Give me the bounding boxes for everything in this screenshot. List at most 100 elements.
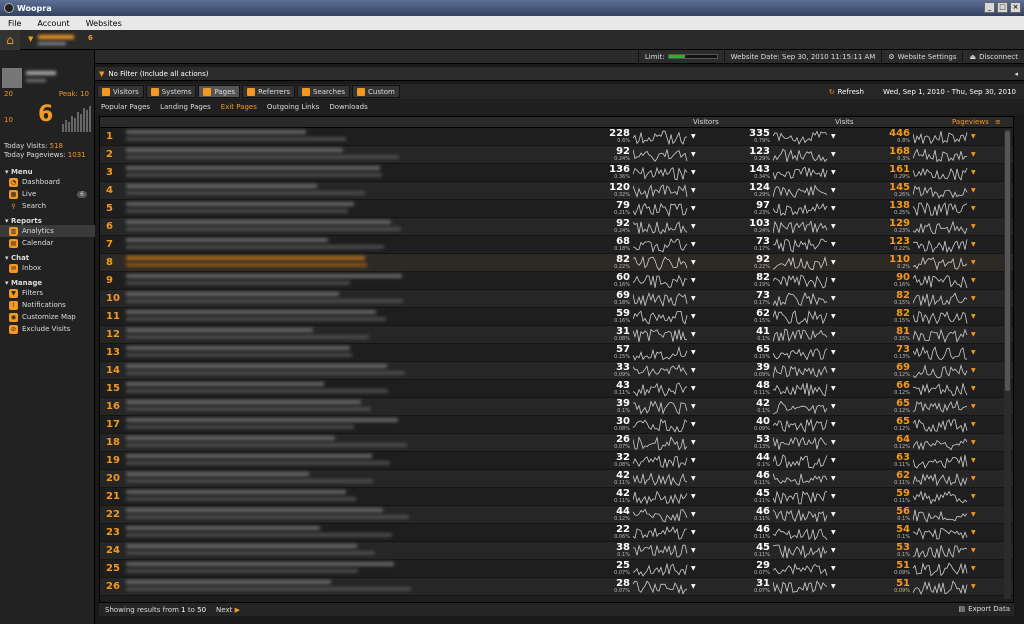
dropdown-arrow-icon[interactable]: ▼ bbox=[691, 511, 696, 518]
dropdown-arrow-icon[interactable]: ▼ bbox=[971, 367, 976, 374]
dropdown-arrow-icon[interactable]: ▼ bbox=[971, 151, 976, 158]
menu-file[interactable]: File bbox=[0, 19, 29, 28]
tab-systems[interactable]: Systems bbox=[145, 85, 197, 98]
dropdown-arrow-icon[interactable]: ▼ bbox=[971, 403, 976, 410]
dropdown-arrow-icon[interactable]: ▼ bbox=[971, 583, 976, 590]
sidebar-item-dashboard[interactable]: ◔ Dashboard bbox=[0, 176, 95, 188]
dropdown-arrow-icon[interactable]: ▼ bbox=[831, 151, 836, 158]
dropdown-arrow-icon[interactable]: ▼ bbox=[971, 277, 976, 284]
dropdown-arrow-icon[interactable]: ▼ bbox=[971, 313, 976, 320]
page-title[interactable] bbox=[126, 490, 416, 504]
page-title[interactable] bbox=[126, 238, 416, 252]
dropdown-arrow-icon[interactable]: ▼ bbox=[831, 439, 836, 446]
subtab-outgoing-links[interactable]: Outgoing Links bbox=[267, 103, 319, 111]
dropdown-arrow-icon[interactable]: ▼ bbox=[831, 529, 836, 536]
dropdown-arrow-icon[interactable]: ▼ bbox=[831, 277, 836, 284]
page-title[interactable] bbox=[126, 580, 416, 594]
table-row[interactable]: 25 25 0.07% ▼ 29 0.07% ▼ 51 0.09% ▼ bbox=[100, 560, 1013, 578]
page-title[interactable] bbox=[126, 472, 416, 486]
dropdown-arrow-icon[interactable]: ▼ bbox=[971, 439, 976, 446]
dropdown-arrow-icon[interactable]: ▼ bbox=[971, 331, 976, 338]
date-range-picker[interactable]: Wed, Sep 1, 2010 - Thu, Sep 30, 2010 bbox=[883, 86, 1016, 97]
dropdown-arrow-icon[interactable]: ▼ bbox=[971, 169, 976, 176]
dropdown-arrow-icon[interactable]: ▼ bbox=[691, 133, 696, 140]
subtab-popular-pages[interactable]: Popular Pages bbox=[101, 103, 150, 111]
dropdown-arrow-icon[interactable]: ▼ bbox=[691, 439, 696, 446]
column-visitors[interactable]: Visitors bbox=[693, 118, 719, 126]
dropdown-arrow-icon[interactable]: ▼ bbox=[831, 133, 836, 140]
dropdown-arrow-icon[interactable]: ▼ bbox=[831, 385, 836, 392]
page-title[interactable] bbox=[126, 184, 416, 198]
sidebar-item-analytics[interactable]: ▥ Analytics bbox=[0, 225, 95, 237]
dropdown-arrow-icon[interactable]: ▼ bbox=[691, 457, 696, 464]
sidebar-item-notifications[interactable]: ! Notifications bbox=[0, 299, 95, 311]
dropdown-arrow-icon[interactable]: ▼ bbox=[831, 187, 836, 194]
dropdown-arrow-icon[interactable]: ▼ bbox=[831, 169, 836, 176]
website-selector[interactable]: ▼ 6 bbox=[28, 32, 94, 48]
tab-pages[interactable]: Pages bbox=[198, 85, 241, 98]
page-title[interactable] bbox=[126, 526, 416, 540]
dropdown-arrow-icon[interactable]: ▼ bbox=[971, 529, 976, 536]
filter-bar[interactable]: ▼ No Filter (Include all actions) ◂ bbox=[95, 67, 1024, 81]
sidebar-item-inbox[interactable]: ✉ Inbox bbox=[0, 262, 95, 274]
sidebar-item-calendar[interactable]: ▤ Calendar bbox=[0, 237, 95, 249]
dropdown-arrow-icon[interactable]: ▼ bbox=[691, 403, 696, 410]
dropdown-arrow-icon[interactable]: ▼ bbox=[831, 349, 836, 356]
column-visits[interactable]: Visits bbox=[835, 118, 854, 126]
dropdown-arrow-icon[interactable]: ▼ bbox=[831, 223, 836, 230]
table-row[interactable]: 3 136 0.36% ▼ 143 0.34% ▼ 161 0.29% ▼ bbox=[100, 164, 1013, 182]
tab-referrers[interactable]: Referrers bbox=[242, 85, 296, 98]
minimize-button[interactable]: _ bbox=[984, 2, 995, 13]
dropdown-arrow-icon[interactable]: ▼ bbox=[831, 295, 836, 302]
dropdown-arrow-icon[interactable]: ▼ bbox=[971, 187, 976, 194]
page-title[interactable] bbox=[126, 292, 416, 306]
page-title[interactable] bbox=[126, 256, 416, 270]
export-data-button[interactable]: ▤ Export Data bbox=[959, 605, 1010, 613]
page-title[interactable] bbox=[126, 346, 416, 360]
dropdown-arrow-icon[interactable]: ▼ bbox=[691, 583, 696, 590]
dropdown-arrow-icon[interactable]: ▼ bbox=[691, 295, 696, 302]
page-title[interactable] bbox=[126, 310, 416, 324]
page-title[interactable] bbox=[126, 436, 416, 450]
dropdown-arrow-icon[interactable]: ▼ bbox=[691, 169, 696, 176]
dropdown-arrow-icon[interactable]: ▼ bbox=[691, 187, 696, 194]
dropdown-arrow-icon[interactable]: ▼ bbox=[831, 367, 836, 374]
dropdown-arrow-icon[interactable]: ▼ bbox=[971, 295, 976, 302]
dropdown-arrow-icon[interactable]: ▼ bbox=[831, 583, 836, 590]
table-row[interactable]: 26 28 0.07% ▼ 31 0.07% ▼ 51 0.09% ▼ bbox=[100, 578, 1013, 596]
table-row[interactable]: 24 38 0.1% ▼ 45 0.11% ▼ 53 0.1% ▼ bbox=[100, 542, 1013, 560]
page-title[interactable] bbox=[126, 382, 416, 396]
subtab-downloads[interactable]: Downloads bbox=[329, 103, 367, 111]
close-button[interactable]: × bbox=[1010, 2, 1021, 13]
dropdown-arrow-icon[interactable]: ▼ bbox=[691, 151, 696, 158]
page-title[interactable] bbox=[126, 148, 416, 162]
scrollbar-thumb[interactable] bbox=[1005, 131, 1010, 391]
menu-account[interactable]: Account bbox=[29, 19, 77, 28]
dropdown-arrow-icon[interactable]: ▼ bbox=[971, 205, 976, 212]
table-row[interactable]: 21 42 0.11% ▼ 45 0.11% ▼ 59 0.11% ▼ bbox=[100, 488, 1013, 506]
dropdown-arrow-icon[interactable]: ▼ bbox=[691, 367, 696, 374]
dropdown-arrow-icon[interactable]: ▼ bbox=[691, 241, 696, 248]
column-pageviews[interactable]: Pageviews bbox=[952, 118, 989, 126]
dropdown-arrow-icon[interactable]: ▼ bbox=[831, 475, 836, 482]
dropdown-arrow-icon[interactable]: ▼ bbox=[831, 547, 836, 554]
website-settings-button[interactable]: ⚙ Website Settings bbox=[881, 49, 962, 64]
table-row[interactable]: 7 68 0.18% ▼ 73 0.17% ▼ 123 0.22% ▼ bbox=[100, 236, 1013, 254]
table-row[interactable]: 13 57 0.15% ▼ 65 0.15% ▼ 73 0.13% ▼ bbox=[100, 344, 1013, 362]
tab-visitors[interactable]: Visitors bbox=[97, 85, 144, 98]
dropdown-arrow-icon[interactable]: ▼ bbox=[971, 493, 976, 500]
dropdown-arrow-icon[interactable]: ▼ bbox=[831, 403, 836, 410]
dropdown-arrow-icon[interactable]: ▼ bbox=[691, 385, 696, 392]
subtab-exit-pages[interactable]: Exit Pages bbox=[221, 103, 257, 111]
table-row[interactable]: 6 92 0.24% ▼ 103 0.24% ▼ 129 0.23% ▼ bbox=[100, 218, 1013, 236]
subtab-landing-pages[interactable]: Landing Pages bbox=[160, 103, 211, 111]
dropdown-arrow-icon[interactable]: ▼ bbox=[691, 547, 696, 554]
page-title[interactable] bbox=[126, 562, 416, 576]
page-title[interactable] bbox=[126, 130, 416, 144]
table-row[interactable]: 15 43 0.11% ▼ 48 0.11% ▼ 66 0.12% ▼ bbox=[100, 380, 1013, 398]
next-button[interactable]: Next ▶ bbox=[216, 606, 240, 614]
dropdown-arrow-icon[interactable]: ▼ bbox=[691, 529, 696, 536]
dropdown-arrow-icon[interactable]: ▼ bbox=[831, 331, 836, 338]
table-row[interactable]: 9 60 0.16% ▼ 82 0.19% ▼ 90 0.16% ▼ bbox=[100, 272, 1013, 290]
sidebar-item-live[interactable]: ▦ Live 6 bbox=[0, 188, 95, 200]
